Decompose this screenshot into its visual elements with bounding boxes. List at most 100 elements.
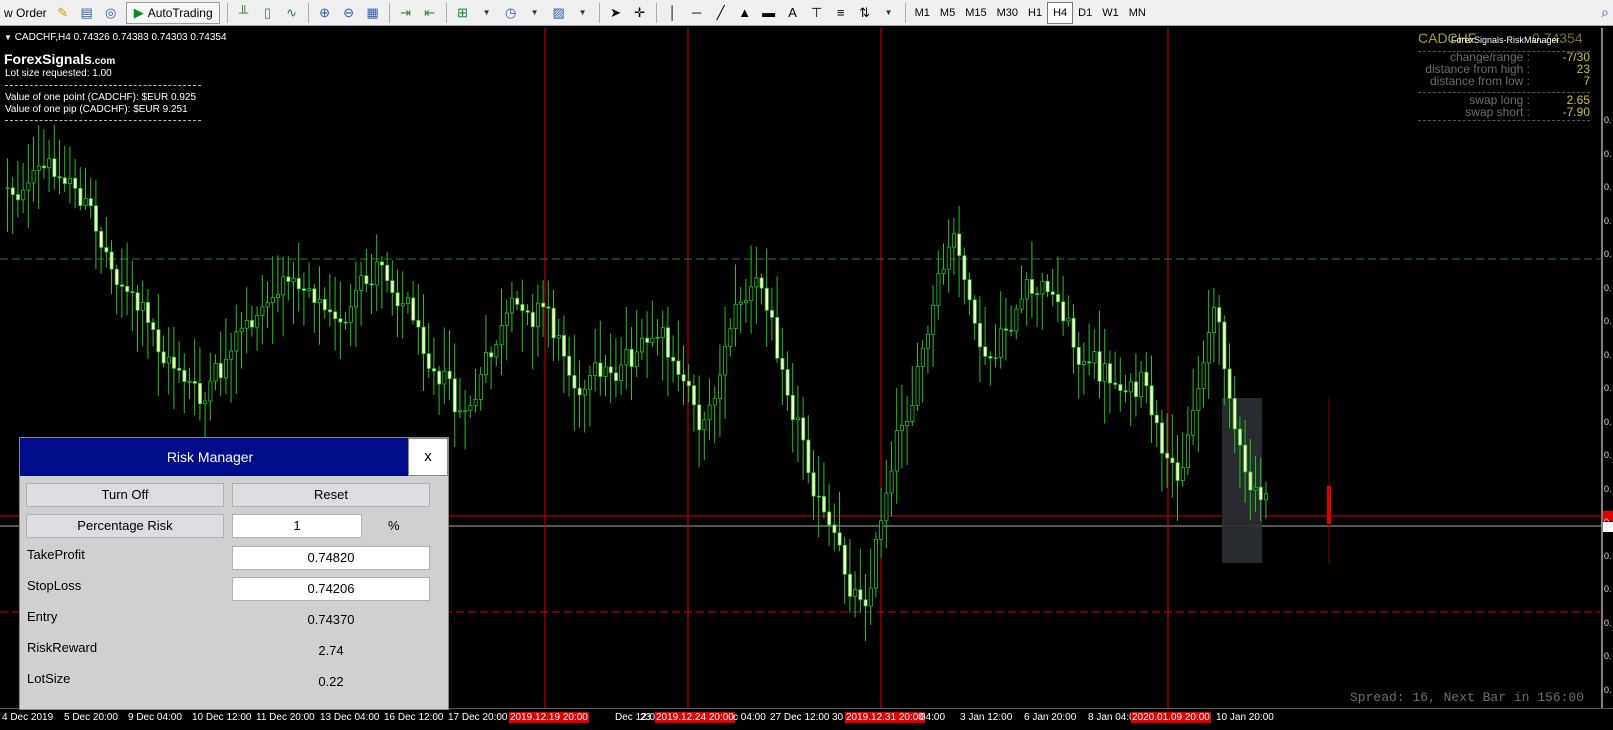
- main-toolbar: w Order ✎ ▤ ◎ ▶ AutoTrading ╨ ▯ ∿ ⊕ ⊖ ▦ …: [0, 0, 1613, 26]
- take-profit-label: TakeProfit: [27, 547, 85, 562]
- candle-body: [744, 300, 749, 303]
- chevron-down-icon[interactable]: ▼: [476, 2, 498, 24]
- percentage-risk-button[interactable]: Percentage Risk: [26, 514, 224, 538]
- candle-body: [822, 496, 827, 513]
- candle-body: [650, 337, 655, 343]
- cursor-icon[interactable]: ➤: [605, 2, 627, 24]
- candle-body: [707, 404, 712, 421]
- search-icon[interactable]: ⌕: [1601, 4, 1613, 21]
- toolbar-separator: [307, 2, 309, 23]
- price-tick-label: 0.: [1604, 115, 1612, 125]
- stop-loss-input[interactable]: 0.74206: [232, 577, 430, 601]
- trendline-icon[interactable]: ╱: [710, 2, 732, 24]
- chart-shift-icon[interactable]: ⇤: [419, 2, 441, 24]
- zoom-in-icon[interactable]: ⊕: [314, 2, 336, 24]
- reset-button[interactable]: Reset: [232, 483, 430, 507]
- price-tick-label: 0.: [1604, 617, 1612, 628]
- arrows-icon[interactable]: ⇅: [854, 2, 876, 24]
- candle-body: [301, 288, 306, 291]
- time-tick-label: 13 Dec 04:00: [320, 712, 380, 723]
- candle-body: [1196, 388, 1201, 411]
- tile-windows-icon[interactable]: ▦: [362, 2, 384, 24]
- crosshair-icon[interactable]: ✛: [629, 2, 651, 24]
- chevron-down-icon[interactable]: ▼: [878, 2, 900, 24]
- candle-body: [666, 327, 671, 358]
- pencil-icon[interactable]: ✎: [52, 2, 74, 24]
- fibonacci-icon[interactable]: ≡: [830, 2, 852, 24]
- candle-body: [811, 472, 816, 497]
- horizontal-line-icon[interactable]: ─: [686, 2, 708, 24]
- price-tick-label: 0.: [1604, 684, 1612, 695]
- candle-body: [1227, 368, 1232, 399]
- candle-body: [478, 374, 483, 400]
- candle-body: [437, 370, 442, 385]
- bar-chart-icon[interactable]: ╨: [233, 2, 255, 24]
- timeframe-m15[interactable]: M15: [960, 2, 991, 24]
- triangle-icon[interactable]: ▲: [734, 2, 756, 24]
- candle-body: [359, 275, 364, 291]
- navigator-icon[interactable]: ▤: [76, 2, 98, 24]
- time-marker-label: 2020.01.09 20:00: [1131, 712, 1211, 723]
- text-label-icon[interactable]: ⊤: [806, 2, 828, 24]
- price-tick-label: 0.: [1604, 148, 1612, 159]
- periods-icon[interactable]: ◷: [500, 2, 522, 24]
- candle-body: [260, 306, 265, 316]
- new-order-button[interactable]: w Order: [0, 6, 51, 20]
- divider: [5, 120, 201, 121]
- chart-menu-icon[interactable]: ▼: [4, 33, 12, 42]
- time-tick-label: 11 Dec 20:00: [256, 712, 315, 723]
- divider: [1418, 120, 1590, 121]
- timeframe-w1[interactable]: W1: [1097, 2, 1124, 24]
- templates-icon[interactable]: ▨: [548, 2, 570, 24]
- autoscroll-icon[interactable]: ⇥: [395, 2, 417, 24]
- candle-body: [718, 374, 723, 400]
- close-button[interactable]: x: [408, 438, 448, 476]
- candle-body: [562, 335, 567, 357]
- line-chart-icon[interactable]: ∿: [281, 2, 303, 24]
- toolbar-separator: [904, 2, 906, 23]
- autotrading-button[interactable]: ▶ AutoTrading: [125, 1, 220, 24]
- candle-body: [551, 307, 556, 339]
- chevron-down-icon[interactable]: ▼: [524, 2, 546, 24]
- candle-body: [145, 301, 150, 323]
- candle-body: [894, 430, 899, 472]
- panel-header[interactable]: Risk Manager x: [20, 438, 448, 476]
- candle-body: [187, 381, 192, 383]
- timeframe-h1[interactable]: H1: [1023, 2, 1047, 24]
- candle-body: [338, 318, 343, 323]
- signal-icon[interactable]: ◎: [100, 2, 122, 24]
- rectangle-icon[interactable]: ▬: [758, 2, 780, 24]
- candle-body: [1066, 317, 1071, 322]
- time-tick-label: 3 Jan 12:00: [960, 712, 1013, 723]
- candle-body: [1139, 371, 1144, 398]
- candle-body: [405, 297, 410, 304]
- risk-value-input[interactable]: 1: [232, 514, 362, 538]
- timeframe-d1[interactable]: D1: [1073, 2, 1097, 24]
- timeframe-mn[interactable]: MN: [1124, 2, 1151, 24]
- timeframe-h4[interactable]: H4: [1047, 1, 1074, 24]
- timeframe-m30[interactable]: M30: [992, 2, 1023, 24]
- time-tick-label: 23: [640, 712, 652, 723]
- text-icon[interactable]: A: [782, 2, 804, 24]
- chevron-down-icon[interactable]: ▼: [572, 2, 594, 24]
- candle-body: [749, 286, 754, 302]
- candle-body: [489, 352, 494, 358]
- candle-body: [140, 301, 145, 311]
- take-profit-input[interactable]: 0.74820: [232, 546, 430, 570]
- candle-body: [957, 233, 962, 257]
- turn-off-button[interactable]: Turn Off: [26, 483, 224, 507]
- vertical-line-icon[interactable]: │: [662, 2, 684, 24]
- candle-body: [1154, 414, 1159, 424]
- price-tick-label: 0.: [1604, 182, 1612, 192]
- candle-body: [322, 298, 327, 311]
- timeframe-m5[interactable]: M5: [935, 2, 960, 24]
- zoom-out-icon[interactable]: ⊖: [338, 2, 360, 24]
- toolbar-separator: [388, 2, 390, 23]
- timeframe-m1[interactable]: M1: [910, 2, 935, 24]
- candlestick-icon[interactable]: ▯: [257, 2, 279, 24]
- point-value: Value of one point (CADCHF): $EUR 0.925: [5, 92, 197, 103]
- candle-body: [796, 417, 801, 421]
- candle-body: [588, 375, 593, 390]
- candle-body: [1071, 317, 1076, 348]
- indicators-icon[interactable]: ⊞: [452, 2, 474, 24]
